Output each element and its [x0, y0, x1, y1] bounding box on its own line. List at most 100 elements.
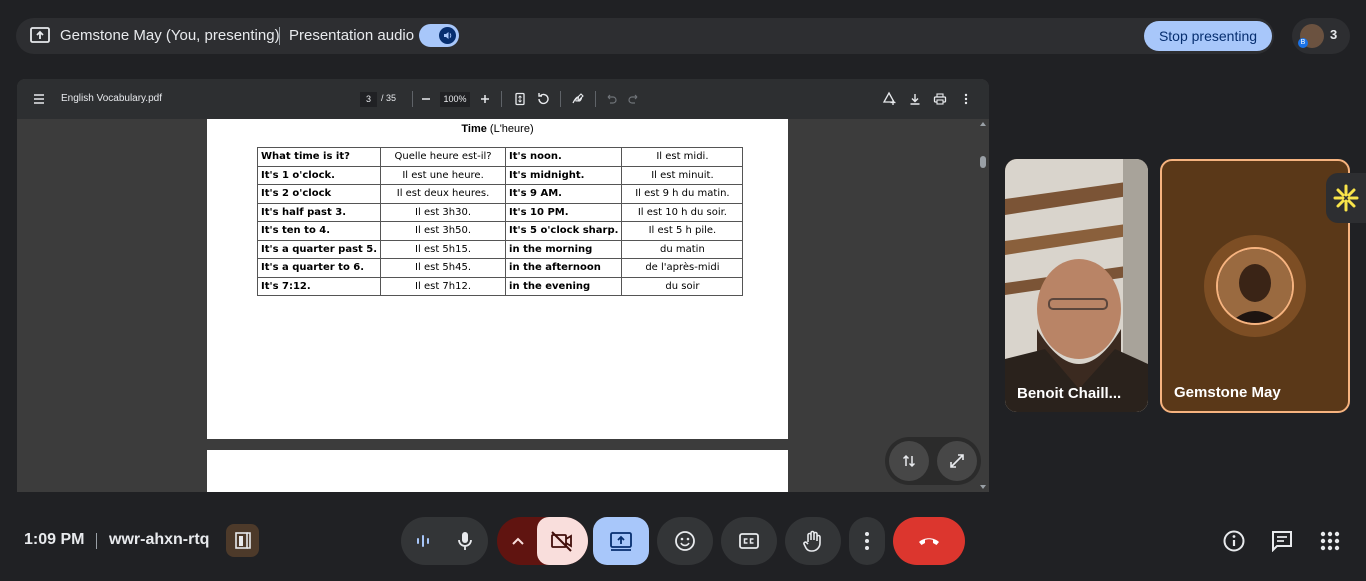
table-row: It's 1 o'clock. Il est une heure. It's mid… [256, 165, 744, 185]
table-cell: It's a quarter past 5. [256, 239, 382, 259]
reposition-button[interactable] [889, 441, 929, 481]
table-cell: Quelle heure est-il? [380, 147, 507, 167]
avatar-badge: B [1298, 38, 1308, 48]
avatar [1216, 247, 1294, 325]
emoji-icon [675, 531, 695, 551]
table-cell: Il est minuit. [621, 165, 744, 185]
table-row: It's 2 o'clock Il est deux heures. It's 9 … [256, 184, 744, 204]
print-icon[interactable] [932, 91, 948, 107]
table-cell: It's noon. [505, 147, 623, 167]
participant-name: Gemstone May [1174, 384, 1281, 401]
presenter-label: Gemstone May (You, presenting) [60, 27, 280, 44]
table-cell: du matin [621, 239, 744, 259]
microphone-control[interactable] [401, 517, 488, 565]
rotate-icon[interactable] [535, 91, 551, 107]
table-cell: It's 5 o'clock sharp. [505, 221, 623, 241]
gemini-button[interactable] [1326, 173, 1366, 223]
divider [412, 91, 413, 107]
more-options-button[interactable] [849, 517, 885, 565]
sparkle-icon [1333, 184, 1359, 212]
menu-icon[interactable] [31, 91, 47, 107]
present-screen-icon [610, 532, 632, 551]
chat-button[interactable] [1266, 525, 1298, 557]
save-to-drive-icon[interactable] [881, 91, 897, 107]
table-cell: It's 1 o'clock. [256, 165, 382, 185]
speaker-icon [439, 27, 456, 44]
meeting-code: wwr-ahxn-rtq [109, 531, 210, 548]
table-cell: What time is it? [256, 147, 382, 167]
pdf-page: Time (L'heure) What time is it? Quelle he… [207, 119, 788, 439]
table-row: It's ten to 4. Il est 3h50. It's 5 o'clock… [256, 221, 744, 241]
table-cell: in the evening [505, 276, 623, 296]
pdf-toolbar: English Vocabulary.pdf 3 / 35 100% [17, 79, 989, 119]
divider [501, 91, 502, 107]
undo-icon[interactable] [603, 91, 619, 107]
leave-call-button[interactable] [893, 517, 965, 565]
divider [560, 91, 561, 107]
meeting-details-button[interactable] [1218, 525, 1250, 557]
page-title: Time (L'heure) [461, 123, 534, 135]
raise-hand-icon [803, 530, 821, 552]
people-button[interactable]: B 3 [1292, 18, 1350, 54]
annotate-icon[interactable] [570, 91, 586, 107]
breakout-button[interactable] [226, 524, 259, 557]
shared-pdf-viewer: English Vocabulary.pdf 3 / 35 100% Time … [17, 79, 989, 492]
fit-page-icon[interactable] [512, 91, 528, 107]
table-row: What time is it? Quelle heure est-il? It's… [256, 147, 744, 167]
page-number-input[interactable]: 3 [360, 92, 377, 107]
pdf-page [207, 450, 788, 492]
present-now-button[interactable] [593, 517, 649, 565]
zoom-in-icon[interactable] [477, 91, 493, 107]
table-cell: in the afternoon [505, 258, 623, 278]
camera-toggle-button[interactable] [537, 517, 588, 565]
camera-control[interactable] [497, 517, 588, 565]
participant-tile[interactable]: Benoit Chaill... [1005, 159, 1148, 412]
page-total: / 35 [381, 93, 397, 103]
raise-hand-button[interactable] [785, 517, 841, 565]
participant-tile-active[interactable]: Gemstone May [1160, 159, 1350, 413]
speaking-ring [1204, 235, 1306, 337]
stop-presenting-button[interactable]: Stop presenting [1144, 21, 1272, 51]
door-icon [235, 532, 251, 549]
table-row: It's half past 3. Il est 3h30. It's 10 PM.… [256, 202, 744, 222]
zoom-out-icon[interactable] [418, 91, 434, 107]
redo-icon[interactable] [626, 91, 642, 107]
captions-button[interactable] [721, 517, 777, 565]
pdf-filename: English Vocabulary.pdf [61, 93, 162, 104]
table-cell: It's a quarter to 6. [256, 258, 382, 278]
table-cell: in the morning [505, 239, 623, 259]
table-cell: Il est deux heures. [380, 184, 507, 204]
divider [595, 91, 596, 107]
table-cell: It's 10 PM. [505, 202, 623, 222]
present-screen-icon [30, 27, 50, 45]
closed-captions-icon [739, 533, 759, 549]
table-cell: Il est 3h30. [380, 202, 507, 222]
table-cell: Il est 10 h du soir. [621, 202, 744, 222]
audio-level-icon [417, 535, 429, 547]
presentation-float-controls [885, 437, 981, 485]
table-cell: Il est 5h15. [380, 239, 507, 259]
table-cell: Il est une heure. [380, 165, 507, 185]
scrollbar[interactable] [977, 119, 989, 492]
zoom-input[interactable]: 100% [440, 92, 470, 107]
table-cell: de l'après-midi [621, 258, 744, 278]
presentation-audio-label: Presentation audio [289, 27, 415, 44]
fullscreen-button[interactable] [937, 441, 977, 481]
scroll-down-arrow-icon [980, 485, 986, 489]
scrollbar-thumb[interactable] [980, 156, 986, 168]
activities-button[interactable] [1314, 525, 1346, 557]
table-cell: It's half past 3. [256, 202, 382, 222]
clock: 1:09 PM [24, 531, 85, 548]
download-icon[interactable] [907, 91, 923, 107]
presentation-audio-toggle[interactable] [419, 24, 459, 47]
more-vert-icon[interactable] [958, 91, 974, 107]
reactions-button[interactable] [657, 517, 713, 565]
table-row: It's 7:12. Il est 7h12. in the evening du s… [256, 276, 744, 296]
table-cell: It's 2 o'clock [256, 184, 382, 204]
participant-count: 3 [1330, 27, 1338, 42]
divider [279, 27, 280, 45]
presenting-bar: Gemstone May (You, presenting) Presentat… [16, 18, 1274, 54]
chevron-up-icon [512, 537, 524, 545]
info-icon [1223, 530, 1245, 552]
table-cell: Il est 7h12. [380, 276, 507, 296]
